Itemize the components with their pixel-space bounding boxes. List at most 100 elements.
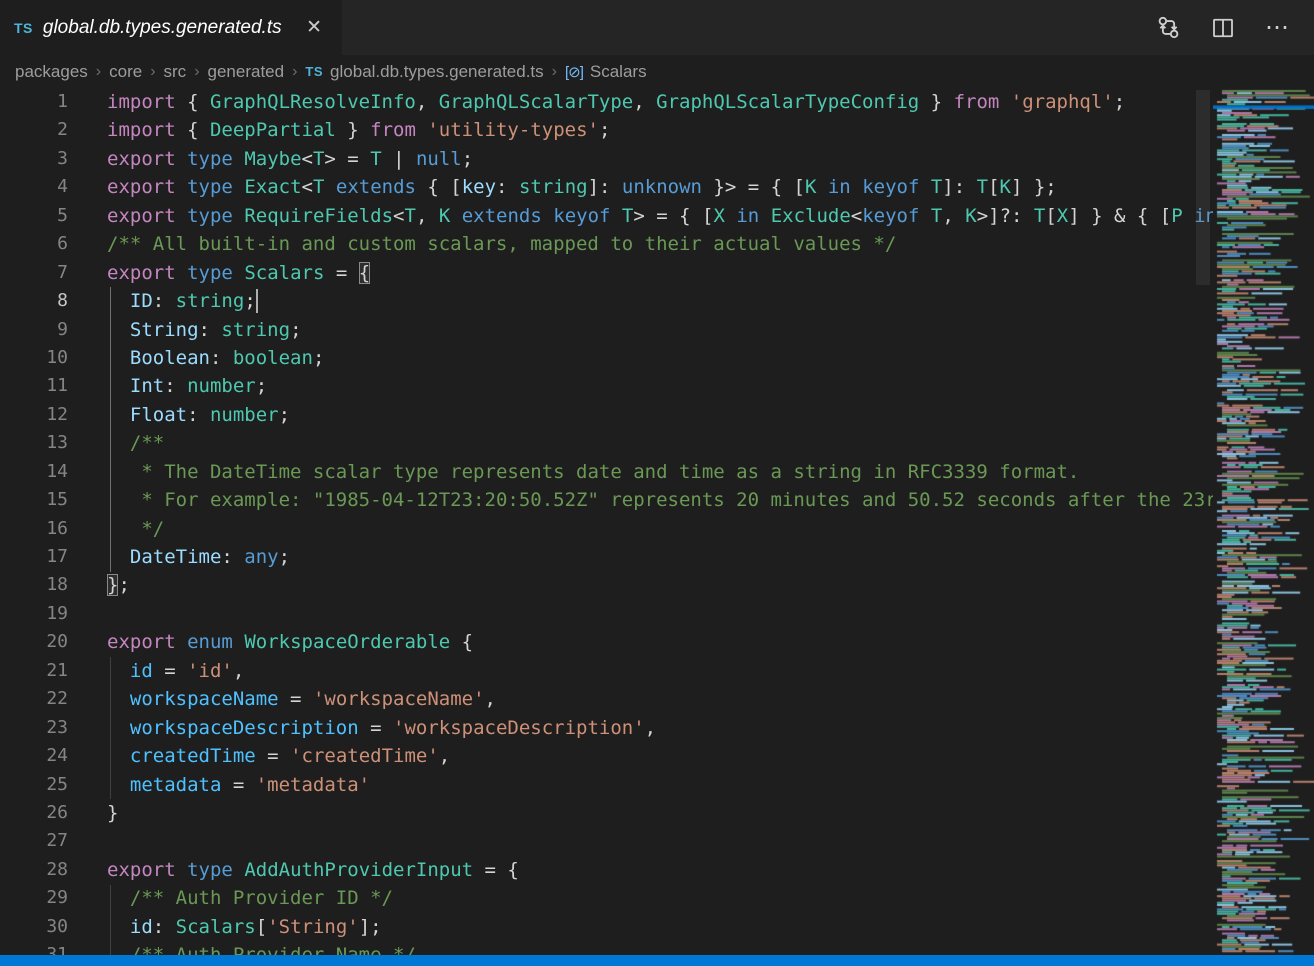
code-line[interactable]: 3export type Maybe<T> = T | null; [0, 145, 1213, 173]
code-line[interactable]: 16 */ [0, 515, 1213, 543]
code-line[interactable]: 1import { GraphQLResolveInfo, GraphQLSca… [0, 88, 1213, 116]
line-number: 3 [0, 145, 68, 173]
code-line[interactable]: 15 * For example: "1985-04-12T23:20:50.5… [0, 486, 1213, 514]
line-number: 4 [0, 173, 68, 201]
breadcrumb-label: src [164, 62, 187, 82]
line-number: 12 [0, 401, 68, 429]
line-number: 18 [0, 571, 68, 599]
line-number: 27 [0, 827, 68, 855]
line-number: 13 [0, 429, 68, 457]
code-text: Float: number; [68, 401, 290, 429]
code-line[interactable]: 7export type Scalars = { [0, 259, 1213, 287]
open-changes-button[interactable] [1156, 15, 1181, 40]
tab-label: global.db.types.generated.ts [43, 17, 282, 39]
line-number: 29 [0, 884, 68, 912]
breadcrumb-item-generated[interactable]: generated [208, 62, 285, 82]
code-line[interactable]: 12 Float: number; [0, 401, 1213, 429]
line-number: 5 [0, 202, 68, 230]
line-number: 22 [0, 685, 68, 713]
line-number: 6 [0, 230, 68, 258]
code-text: export enum WorkspaceOrderable { [68, 628, 473, 656]
code-text: */ [68, 515, 164, 543]
line-number: 11 [0, 372, 68, 400]
split-editor-button[interactable] [1211, 16, 1235, 40]
code-line[interactable]: 26} [0, 799, 1213, 827]
code-text: /** Auth Provider Name */ [68, 941, 416, 955]
line-number: 10 [0, 344, 68, 372]
scrollbar-thumb[interactable] [1196, 90, 1210, 285]
code-line[interactable]: 20export enum WorkspaceOrderable { [0, 628, 1213, 656]
line-number: 26 [0, 799, 68, 827]
code-line[interactable]: 21 id = 'id', [0, 657, 1213, 685]
breadcrumb-label: core [109, 62, 142, 82]
code-line[interactable]: 9 String: string; [0, 316, 1213, 344]
code-line[interactable]: 30 id: Scalars['String']; [0, 913, 1213, 941]
code-line[interactable]: 13 /** [0, 429, 1213, 457]
line-number: 8 [0, 287, 68, 315]
code-line[interactable]: 17 DateTime: any; [0, 543, 1213, 571]
code-line[interactable]: 10 Boolean: boolean; [0, 344, 1213, 372]
code-line[interactable]: 2import { DeepPartial } from 'utility-ty… [0, 116, 1213, 144]
code-line[interactable]: 23 workspaceDescription = 'workspaceDesc… [0, 714, 1213, 742]
code-line[interactable]: 11 Int: number; [0, 372, 1213, 400]
code-editor[interactable]: 1import { GraphQLResolveInfo, GraphQLSca… [0, 88, 1213, 955]
breadcrumb-item-core[interactable]: core [109, 62, 142, 82]
code-line[interactable]: 29 /** Auth Provider ID */ [0, 884, 1213, 912]
vscode-window: TS global.db.types.generated.ts ✕ [0, 0, 1314, 966]
line-number: 15 [0, 486, 68, 514]
tab-close-icon[interactable]: ✕ [302, 16, 326, 39]
line-number: 9 [0, 316, 68, 344]
indent-guide [110, 885, 111, 955]
code-text: * For example: "1985-04-12T23:20:50.52Z"… [68, 486, 1213, 514]
code-text [68, 827, 107, 855]
code-text [68, 600, 107, 628]
minimap[interactable] [1213, 88, 1314, 955]
line-number: 2 [0, 116, 68, 144]
code-line[interactable]: 4export type Exact<T extends { [key: str… [0, 173, 1213, 201]
code-line[interactable]: 18}; [0, 571, 1213, 599]
code-text: export type RequireFields<T, K extends k… [68, 202, 1213, 230]
breadcrumb-item-packages[interactable]: packages [15, 62, 88, 82]
code-text: id = 'id', [68, 657, 244, 685]
breadcrumb-separator-icon: › [96, 63, 101, 81]
code-text: /** [68, 429, 164, 457]
breadcrumb-item-scalars[interactable]: [⊘]Scalars [565, 62, 647, 82]
code-line[interactable]: 22 workspaceName = 'workspaceName', [0, 685, 1213, 713]
line-number: 19 [0, 600, 68, 628]
breadcrumb-separator-icon: › [150, 63, 155, 81]
breadcrumb-separator-icon: › [194, 63, 199, 81]
breadcrumb-label: generated [208, 62, 285, 82]
code-line[interactable]: 24 createdTime = 'createdTime', [0, 742, 1213, 770]
code-text: import { DeepPartial } from 'utility-typ… [68, 116, 610, 144]
breadcrumb-item-global-db-types-generated-ts[interactable]: TS global.db.types.generated.ts [305, 62, 543, 82]
indent-guide [110, 657, 111, 799]
split-editor-icon [1211, 16, 1235, 40]
code-line[interactable]: 5export type RequireFields<T, K extends … [0, 202, 1213, 230]
code-text: import { GraphQLResolveInfo, GraphQLScal… [68, 88, 1125, 116]
breadcrumb-item-src[interactable]: src [164, 62, 187, 82]
code-line[interactable]: 14 * The DateTime scalar type represents… [0, 458, 1213, 486]
line-number: 16 [0, 515, 68, 543]
code-line[interactable]: 31 /** Auth Provider Name */ [0, 941, 1213, 955]
tab-bar: TS global.db.types.generated.ts ✕ [0, 0, 1314, 55]
code-line[interactable]: 8 ID: string; [0, 287, 1213, 315]
breadcrumb-label: global.db.types.generated.ts [330, 62, 544, 82]
typescript-file-icon: TS [305, 64, 323, 79]
code-line[interactable]: 6/** All built-in and custom scalars, ma… [0, 230, 1213, 258]
editor-actions: ⋯ [1156, 0, 1314, 55]
tab-global-db-types-generated[interactable]: TS global.db.types.generated.ts ✕ [0, 0, 342, 55]
minimap-canvas [1213, 88, 1314, 955]
code-line[interactable]: 28export type AddAuthProviderInput = { [0, 856, 1213, 884]
code-line[interactable]: 27 [0, 827, 1213, 855]
more-actions-button[interactable]: ⋯ [1265, 22, 1290, 34]
symbol-type-icon: [⊘] [565, 63, 583, 81]
code-text: String: string; [68, 316, 302, 344]
line-number: 14 [0, 458, 68, 486]
code-line[interactable]: 25 metadata = 'metadata' [0, 771, 1213, 799]
code-line[interactable]: 19 [0, 600, 1213, 628]
code-text: }; [68, 571, 130, 599]
code-text: } [68, 799, 118, 827]
typescript-file-icon: TS [14, 20, 33, 36]
code-text: workspaceName = 'workspaceName', [68, 685, 496, 713]
code-text: export type Scalars = { [68, 259, 370, 287]
